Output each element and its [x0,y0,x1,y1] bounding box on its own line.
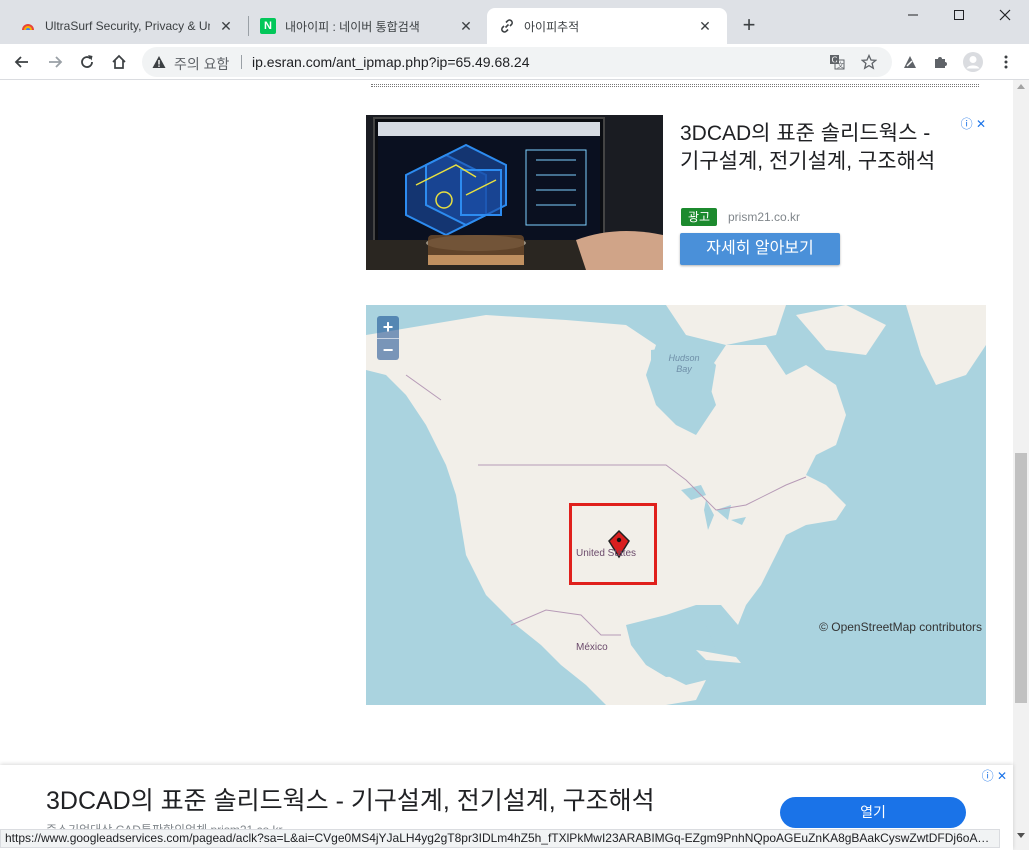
svg-text:文: 文 [837,61,844,70]
menu-icon [1004,55,1008,69]
menu-button[interactable] [994,50,1018,74]
ad-open-button[interactable]: 열기 [780,797,966,828]
tab-title: UltraSurf Security, Privacy & Un [45,19,210,33]
back-button[interactable] [10,50,34,74]
scrollbar-thumb[interactable] [1015,453,1027,703]
browser-toolbar: 주의 요함 ip.esran.com/ant_ipmap.php?ip=65.4… [0,44,1029,80]
zoom-in-button[interactable]: + [377,316,399,338]
back-icon [14,56,28,68]
warning-icon[interactable] [152,55,166,69]
dotted-divider [371,84,979,87]
star-icon[interactable] [860,53,878,71]
ad-badge: 광고 [681,208,717,226]
ad-banner-top[interactable]: 3DCAD의 표준 솔리드웍스 - 기구설계, 전기설계, 구조해석 광고 pr… [366,115,986,270]
puzzle-icon [935,57,947,68]
link-icon [501,19,513,33]
close-icon [999,9,1011,21]
home-button[interactable] [107,50,131,74]
status-bar-url: https://www.googleadservices.com/pagead/… [0,829,1000,848]
naver-favicon-icon: N [260,18,276,34]
profile-icon [963,52,983,72]
tab-ip-tracker[interactable]: 아이피추적 ✕ [487,8,727,44]
reload-icon [81,55,93,68]
page-scrollbar[interactable] [1013,80,1029,850]
ultrasurf-favicon-icon [22,24,34,30]
forward-button[interactable] [43,50,67,74]
url-text[interactable]: ip.esran.com/ant_ipmap.php?ip=65.49.68.2… [252,54,529,70]
tab-title: 내아이피 : 네이버 통합검색 [285,19,420,34]
address-bar[interactable]: 주의 요함 ip.esran.com/ant_ipmap.php?ip=65.4… [142,47,892,77]
ad-domain[interactable]: prism21.co.kr [728,210,800,224]
scroll-up-arrow-icon[interactable] [1017,84,1025,89]
map-label-mexico: México [576,642,608,653]
maximize-button[interactable] [936,0,982,30]
ad-bottom-title[interactable]: 3DCAD의 표준 솔리드웍스 - 기구설계, 전기설계, 구조해석 [46,781,655,817]
maximize-icon [954,10,964,20]
tab-strip: UltraSurf Security, Privacy & Un ✕ N 내아이… [0,0,1029,44]
ad-image[interactable] [366,115,663,270]
zoom-out-button[interactable]: − [377,338,399,360]
home-icon [112,54,126,69]
minimize-button[interactable] [890,0,936,30]
ip-location-map[interactable]: + − Hudson Bay United States México © Op… [366,305,986,705]
extension-button[interactable] [898,50,922,74]
forward-icon [49,56,63,68]
extensions-menu-button[interactable] [929,50,953,74]
extension-icon [904,56,916,68]
map-label-hudson-bay: Hudson Bay [668,353,700,374]
tab-close-icon[interactable]: ✕ [218,18,234,34]
new-tab-button[interactable]: + [738,14,760,36]
map-zoom-control: + − [377,316,399,360]
translate-icon[interactable]: G文 [828,53,846,71]
tab-naver[interactable]: N 내아이피 : 네이버 통합검색 ✕ [240,8,488,44]
profile-button[interactable] [961,50,985,74]
close-window-button[interactable] [982,0,1028,30]
page-content: 3DCAD의 표준 솔리드웍스 - 기구설계, 전기설계, 구조해석 광고 pr… [0,80,1029,850]
tab-title: 아이피추적 [524,19,580,34]
map-attribution[interactable]: © OpenStreetMap contributors [819,620,982,634]
ad-title[interactable]: 3DCAD의 표준 솔리드웍스 - 기구설계, 전기설계, 구조해석 [680,120,940,176]
tab-close-icon[interactable]: ✕ [697,18,713,34]
location-highlight-box [569,503,657,585]
scroll-down-arrow-icon[interactable] [1017,833,1025,838]
address-divider [241,55,242,69]
adchoices-icon[interactable]: ⓘ ✕ [975,769,1007,783]
reload-button[interactable] [75,50,99,74]
minimize-icon [908,14,918,16]
tab-close-icon[interactable]: ✕ [458,18,474,34]
security-label[interactable]: 주의 요함 [174,54,229,74]
ad-cta-button[interactable]: 자세히 알아보기 [680,233,840,265]
tab-ultrasurf[interactable]: UltraSurf Security, Privacy & Un ✕ [0,8,248,44]
adchoices-icon[interactable]: ⓘ ✕ [954,117,986,131]
